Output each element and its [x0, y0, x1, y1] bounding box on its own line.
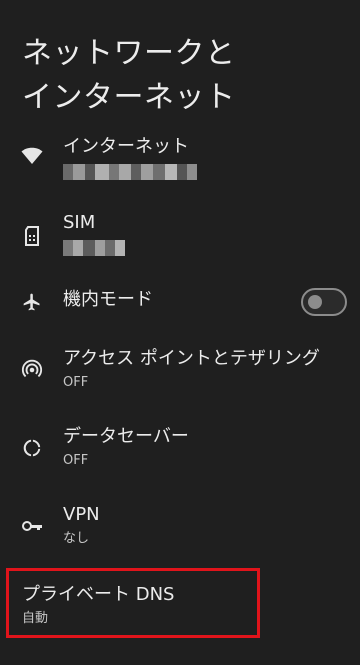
sim-card-icon: [20, 224, 44, 248]
vpn-status: なし: [63, 531, 90, 546]
page-title: ネットワークと インターネット: [22, 32, 342, 120]
data-saver-item[interactable]: データセーバー OFF: [0, 426, 360, 474]
toggle-knob: [308, 295, 322, 309]
redacted-network-name: [63, 164, 344, 180]
sim-item[interactable]: SIM: [0, 212, 360, 268]
internet-item[interactable]: インターネット: [0, 136, 360, 192]
page-title-line-1: ネットワークと: [22, 36, 236, 72]
highlight-annotation-box: [6, 568, 260, 638]
redacted-phone-number: [63, 240, 344, 256]
vpn-item[interactable]: VPN なし: [0, 504, 360, 552]
page-title-line-2: インターネット: [22, 80, 236, 116]
hotspot-tethering-status: OFF: [63, 375, 89, 390]
wifi-icon: [20, 144, 44, 168]
hotspot-icon: [20, 358, 44, 382]
internet-label: インターネット: [63, 136, 189, 157]
data-saver-label: データセーバー: [63, 426, 189, 447]
airplane-mode-toggle[interactable]: [301, 288, 347, 316]
data-saver-status: OFF: [63, 453, 89, 468]
airplane-icon: [20, 290, 44, 314]
data-saver-icon: [20, 436, 44, 460]
vpn-label: VPN: [63, 504, 100, 525]
sim-label: SIM: [63, 212, 96, 233]
vpn-key-icon: [20, 514, 44, 538]
hotspot-tethering-item[interactable]: アクセス ポイントとテザリング OFF: [0, 348, 360, 396]
hotspot-tethering-label: アクセス ポイントとテザリング: [63, 348, 320, 369]
